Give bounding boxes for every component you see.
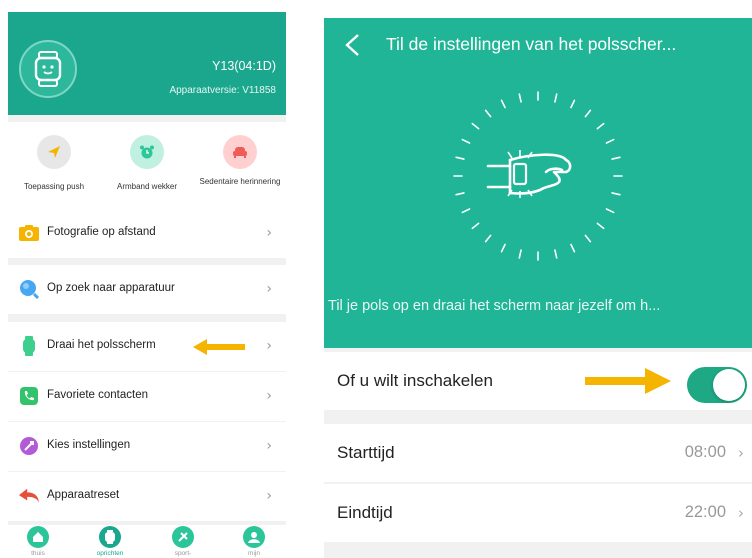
enable-toggle[interactable] (687, 367, 747, 403)
dial-tick (471, 122, 480, 130)
menu-item-label: Favoriete contacten (47, 389, 149, 401)
tab-sport[interactable]: sport- (163, 525, 203, 558)
dial-tick (554, 93, 558, 103)
tab-home[interactable]: thuis (18, 525, 58, 558)
reset-arrow-icon (19, 486, 39, 506)
right-phone-screen: Til de instellingen van het polsscher...… (324, 18, 752, 558)
dial-tick (596, 122, 605, 130)
menu-item-favorite-contacts[interactable]: Favoriete contacten › (8, 372, 286, 421)
arrow-right-icon (585, 368, 671, 394)
sport-icon (172, 526, 194, 548)
watch-icon (34, 51, 62, 87)
tab-label: sport- (174, 550, 192, 557)
chevron-right-icon: › (266, 338, 272, 354)
tab-label: thuis (31, 550, 45, 557)
dial-tick (461, 208, 471, 214)
dial-tick (518, 249, 522, 259)
end-time-value: 22:00 (684, 503, 726, 521)
enable-row: Of u wilt inschakelen (324, 352, 752, 410)
dial-tick (455, 192, 465, 196)
menu-item-select-settings[interactable]: Kies instellingen › (8, 422, 286, 471)
feature-description: Til je pols op en draai het scherm naar … (328, 298, 661, 314)
raise-to-wake-header: Til de instellingen van het polsscher...… (324, 18, 752, 348)
back-arrow-icon[interactable] (342, 33, 364, 57)
toggle-knob (713, 369, 745, 401)
menu-item-device-reset[interactable]: Apparaatreset › (8, 472, 286, 521)
menu-item-raise-to-wake[interactable]: Draai het polsscherm › (8, 322, 286, 371)
send-icon (37, 135, 71, 169)
dial-tick (584, 109, 592, 118)
dial-tick (584, 234, 592, 243)
device-name: Y13(04:1D) (212, 59, 276, 73)
end-time-row[interactable]: Eindtijd 22:00 › (324, 484, 752, 542)
chevron-right-icon: › (738, 444, 744, 462)
wrist-raise-illustration (453, 91, 623, 261)
left-phone-screen: Y13(04:1D) Apparaatversie: V11858 Toepas… (8, 12, 286, 558)
chevron-right-icon: › (738, 504, 744, 522)
dial-tick (461, 138, 471, 144)
dial-tick (554, 249, 558, 259)
camera-icon (19, 223, 39, 243)
home-icon (27, 526, 49, 548)
search-icon (19, 279, 39, 299)
page-title: Til de instellingen van het polsscher... (386, 34, 677, 54)
menu-item-label: Apparaatreset (47, 489, 120, 501)
chevron-right-icon: › (266, 388, 272, 404)
quick-action-alarm[interactable]: Armband wekker (101, 122, 193, 209)
dial-tick (484, 109, 492, 118)
watch-face-icon (99, 526, 121, 548)
tab-setup[interactable]: oprichten (90, 525, 130, 558)
sofa-icon (223, 135, 257, 169)
dial-tick (455, 156, 465, 160)
tab-label: oprichten (96, 550, 124, 557)
dial-tick (484, 234, 492, 243)
quick-action-sedentary[interactable]: Sedentaire herinnering (194, 122, 286, 209)
dial-tick (500, 99, 506, 109)
quick-action-label: Armband wekker (116, 182, 178, 191)
device-version: Apparaatversie: V11858 (169, 85, 276, 96)
quick-action-push[interactable]: Toepassing push (8, 122, 100, 209)
dial-tick (605, 138, 615, 144)
dial-tick (596, 222, 605, 230)
enable-label: Of u wilt inschakelen (337, 371, 493, 390)
end-time-label: Eindtijd (337, 503, 393, 522)
settings-icon (19, 436, 39, 456)
menu-item-label: Op zoek naar apparatuur (47, 282, 175, 294)
tab-mine[interactable]: mijn (234, 525, 274, 558)
dial-tick (611, 156, 621, 160)
dial-tick (605, 208, 615, 214)
start-time-row[interactable]: Starttijd 08:00 › (324, 424, 752, 482)
tab-label: mijn (248, 550, 260, 557)
watch-icon (19, 336, 39, 356)
dial-tick (611, 192, 621, 196)
menu-item-find-device[interactable]: Op zoek naar apparatuur › (8, 265, 286, 314)
bottom-tab-bar: thuis oprichten sport- mijn (8, 525, 286, 558)
menu-item-remote-photo[interactable]: Fotografie op afstand › (8, 209, 286, 258)
device-avatar[interactable] (19, 40, 77, 98)
dial-tick (570, 99, 576, 109)
profile-icon (243, 526, 265, 548)
dial-tick (500, 243, 506, 253)
dial-tick (518, 93, 522, 103)
quick-actions: Toepassing push Armband wekker Sedentair… (8, 122, 286, 209)
phone-contacts-icon (19, 386, 39, 406)
dial-tick (471, 222, 480, 230)
alarm-clock-icon (130, 135, 164, 169)
start-time-value: 08:00 (684, 443, 726, 461)
arrow-left-icon (193, 339, 245, 355)
chevron-right-icon: › (266, 281, 272, 297)
device-header: Y13(04:1D) Apparaatversie: V11858 (8, 12, 286, 115)
chevron-right-icon: › (266, 438, 272, 454)
menu-item-label: Draai het polsscherm (47, 339, 156, 351)
quick-action-label: Toepassing push (23, 182, 85, 191)
menu-item-label: Kies instellingen (47, 439, 131, 451)
dial-tick (570, 243, 576, 253)
start-time-label: Starttijd (337, 443, 395, 462)
menu-item-label: Fotografie op afstand (47, 226, 156, 238)
chevron-right-icon: › (266, 488, 272, 504)
quick-action-label: Sedentaire herinnering (199, 177, 281, 186)
chevron-right-icon: › (266, 225, 272, 241)
